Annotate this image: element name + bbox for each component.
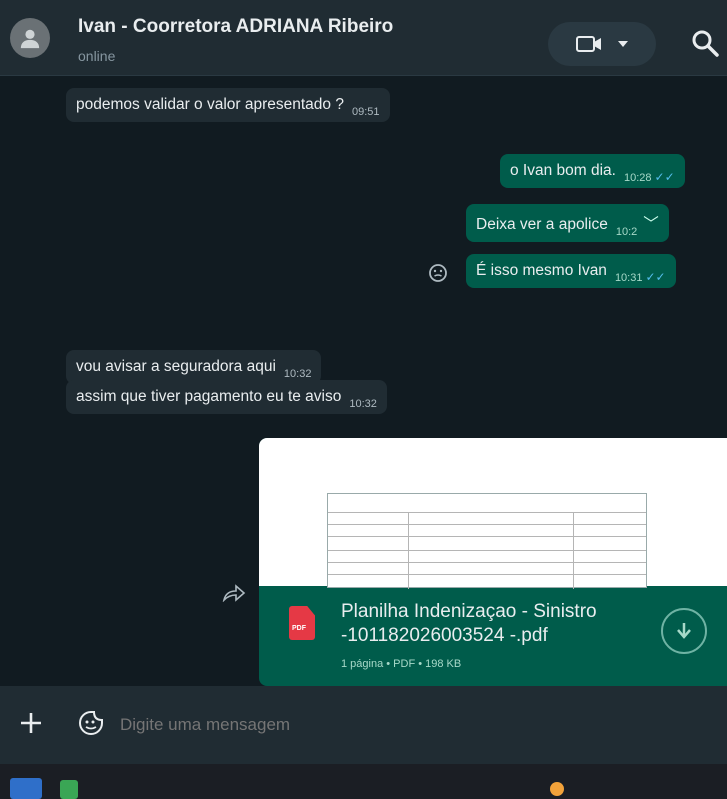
plus-icon[interactable] xyxy=(18,710,44,736)
chat-header[interactable]: Ivan - Coorretora ADRIANA Ribeiro online xyxy=(0,0,727,76)
message-text: o Ivan bom dia. xyxy=(510,162,616,179)
message-text: assim que tiver pagamento eu te aviso xyxy=(76,388,342,405)
file-meta: 1 página • PDF • 198 KB xyxy=(341,658,462,670)
pdf-icon: PDF xyxy=(289,606,315,640)
message-menu-chevron-icon[interactable]: ﹀ xyxy=(643,212,659,234)
message-bubble[interactable]: o Ivan bom dia. 10:28 ✓✓ xyxy=(500,154,685,188)
read-receipt-icon: ✓✓ xyxy=(654,170,675,184)
download-button[interactable] xyxy=(661,608,707,654)
chevron-down-icon[interactable] xyxy=(618,40,628,48)
taskbar-app-icon[interactable] xyxy=(60,780,78,799)
download-icon xyxy=(677,623,691,639)
message-bubble[interactable]: vou avisar a seguradora aqui 10:32 xyxy=(66,350,322,384)
message-bubble[interactable]: É isso mesmo Ivan 10:31 ✓✓ xyxy=(466,254,676,288)
message-composer[interactable] xyxy=(0,686,727,764)
message-text: É isso mesmo Ivan xyxy=(476,262,607,279)
message-bubble[interactable]: assim que tiver pagamento eu te aviso 10… xyxy=(66,380,387,414)
message-input[interactable] xyxy=(120,712,710,738)
document-preview-table xyxy=(327,493,647,589)
message-bubble[interactable]: podemos validar o valor apresentado ? 09… xyxy=(66,88,390,122)
avatar-icon xyxy=(20,29,40,49)
forward-icon[interactable] xyxy=(222,584,246,602)
message-bubble[interactable]: Deixa ver a apolice 10:2 ﹀ xyxy=(466,204,669,242)
read-receipt-icon: ✓✓ xyxy=(645,270,666,284)
file-info[interactable]: PDF Planilha Indenizaçao - Sinistro -101… xyxy=(259,586,727,686)
message-time: 10:32 xyxy=(283,368,312,380)
file-name: Planilha Indenizaçao - Sinistro -1011820… xyxy=(341,601,597,646)
video-call-button[interactable] xyxy=(548,22,656,66)
message-text: Deixa ver a apolice xyxy=(476,216,608,233)
message-time: 10:2 xyxy=(615,226,638,238)
contact-avatar[interactable] xyxy=(10,18,50,58)
contact-name: Ivan - Coorretora ADRIANA Ribeiro xyxy=(78,16,394,37)
start-button[interactable] xyxy=(10,778,42,799)
emoji-reaction-icon[interactable] xyxy=(428,263,448,283)
message-time: 10:32 xyxy=(349,398,377,410)
search-icon[interactable] xyxy=(690,28,720,58)
sticker-icon[interactable] xyxy=(78,710,104,736)
file-attachment-message[interactable]: PDF Planilha Indenizaçao - Sinistro -101… xyxy=(259,438,727,686)
contact-status: online xyxy=(78,48,116,64)
system-tray[interactable] xyxy=(550,782,564,796)
message-time: 09:51 xyxy=(351,106,380,118)
pdf-preview-thumbnail[interactable] xyxy=(259,438,727,589)
message-text: vou avisar a seguradora aqui xyxy=(76,358,276,375)
video-call-icon xyxy=(576,36,601,52)
weather-icon xyxy=(550,782,564,796)
message-time: 10:28 xyxy=(623,172,652,184)
message-text: podemos validar o valor apresentado ? xyxy=(76,96,344,113)
os-taskbar xyxy=(0,764,727,799)
message-time: 10:31 xyxy=(614,272,643,284)
